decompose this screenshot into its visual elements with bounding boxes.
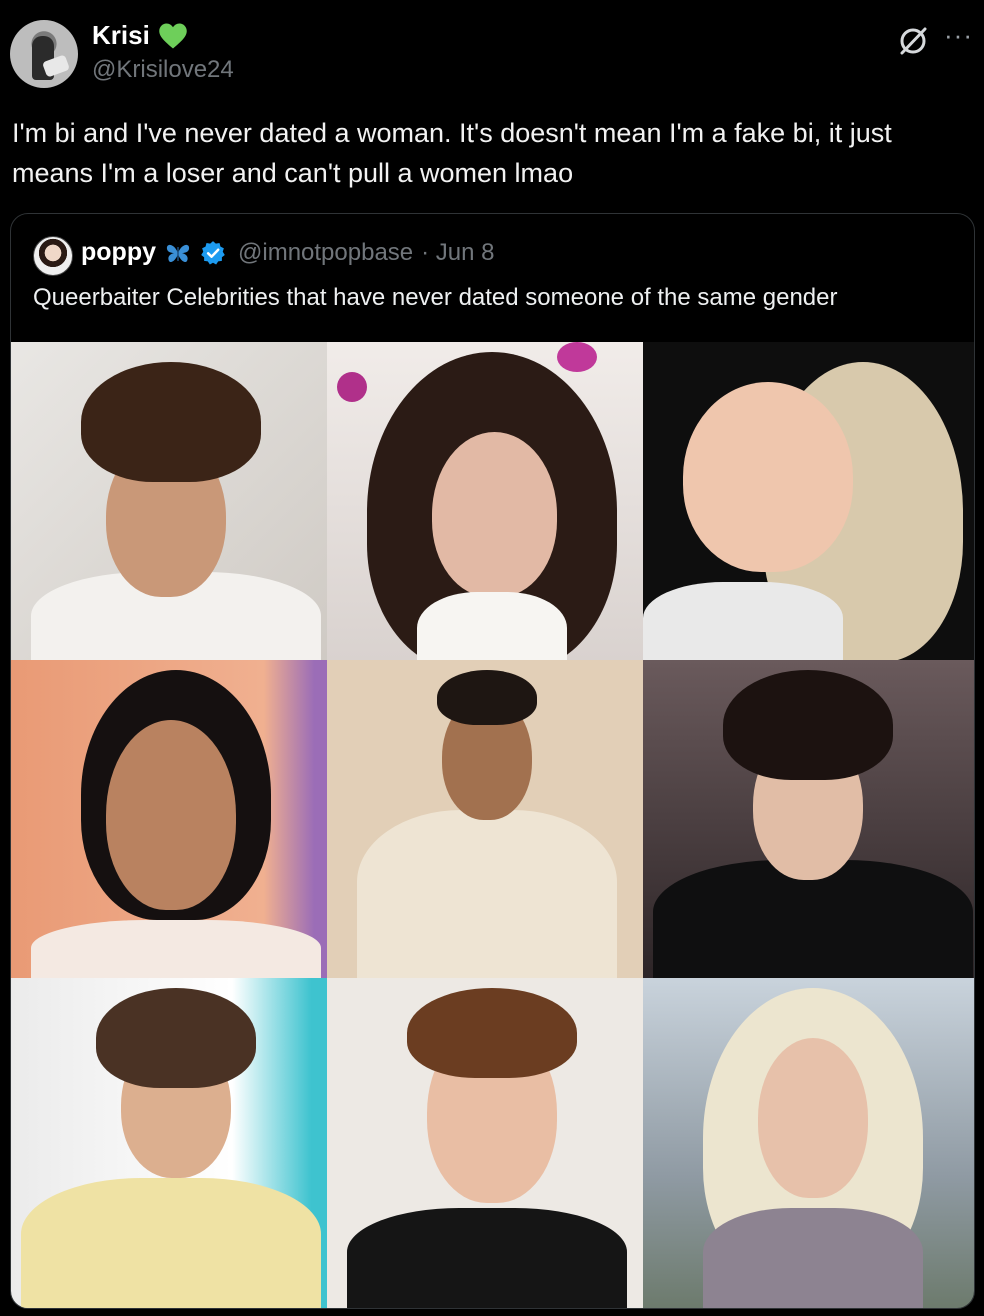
photo-grid[interactable] [11,342,974,1308]
quoted-tweet[interactable]: poppy @imnotpopbase · Jun 8 Queerbaiter … [10,213,975,1309]
quote-text: Queerbaiter Celebrities that have never … [33,284,838,311]
photo-1[interactable] [11,342,327,660]
tweet[interactable]: Krisi @Krisilove24 ··· I'm bi and I've n… [0,0,984,1316]
quote-date[interactable]: · Jun 8 [421,239,494,267]
photo-3[interactable] [643,342,974,660]
photo-9[interactable] [643,978,974,1308]
grok-icon[interactable] [896,24,930,58]
author-name-row: Krisi [92,20,188,51]
more-options-icon[interactable]: ··· [944,20,973,51]
quote-author-name[interactable]: poppy [81,238,156,267]
author-handle[interactable]: @Krisilove24 [92,56,234,84]
quote-author-handle[interactable]: @imnotpopbase [238,239,413,267]
photo-4[interactable] [11,660,327,978]
quote-author-avatar[interactable] [33,236,73,276]
tweet-text: I'm bi and I've never dated a woman. It'… [12,118,892,188]
author-avatar[interactable] [10,20,78,88]
photo-5[interactable] [327,660,643,978]
green-heart-icon [159,23,187,48]
photo-6[interactable] [643,660,974,978]
author-name[interactable]: Krisi [92,20,150,51]
verified-badge-icon [201,240,225,264]
photo-2[interactable] [327,342,643,660]
butterfly-icon [166,244,190,262]
photo-7[interactable] [11,978,327,1308]
photo-8[interactable] [327,978,643,1308]
quote-header: poppy @imnotpopbase · Jun 8 [81,238,495,267]
